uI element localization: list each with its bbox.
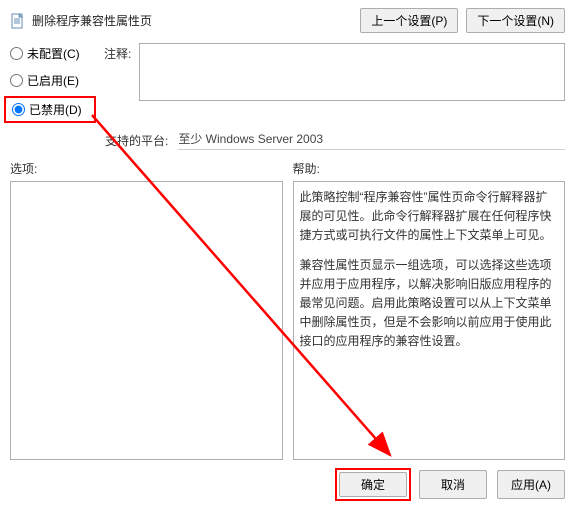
radio-not-configured-input[interactable]: [10, 47, 23, 60]
next-setting-button[interactable]: 下一个设置(N): [466, 8, 565, 33]
platform-value: 至少 Windows Server 2003: [178, 128, 565, 150]
options-label: 选项:: [10, 160, 283, 177]
comment-textarea[interactable]: [139, 43, 565, 101]
radio-disabled[interactable]: 已禁用(D): [4, 96, 96, 123]
help-pane: 此策略控制“程序兼容性”属性页命令行解释器扩展的可见性。此命令行解释器扩展在任何…: [293, 181, 566, 460]
radio-not-configured-label: 未配置(C): [27, 45, 80, 62]
radio-disabled-label: 已禁用(D): [29, 101, 82, 118]
page-title: 删除程序兼容性属性页: [32, 12, 152, 29]
platform-label: 支持的平台:: [105, 130, 168, 149]
ok-button[interactable]: 确定: [339, 472, 407, 497]
help-text-2: 兼容性属性页显示一组选项，可以选择这些选项并应用于应用程序，以解决影响旧版应用程…: [300, 256, 559, 352]
radio-enabled[interactable]: 已启用(E): [10, 72, 90, 89]
radio-disabled-input[interactable]: [12, 103, 25, 116]
document-icon: [10, 13, 26, 29]
comment-label: 注释:: [104, 43, 131, 101]
radio-not-configured[interactable]: 未配置(C): [10, 45, 90, 62]
prev-setting-button[interactable]: 上一个设置(P): [360, 8, 458, 33]
cancel-button[interactable]: 取消: [419, 470, 487, 499]
help-label: 帮助:: [293, 160, 566, 177]
radio-enabled-input[interactable]: [10, 74, 23, 87]
help-text-1: 此策略控制“程序兼容性”属性页命令行解释器扩展的可见性。此命令行解释器扩展在任何…: [300, 188, 559, 246]
radio-enabled-label: 已启用(E): [27, 72, 79, 89]
apply-button[interactable]: 应用(A): [497, 470, 565, 499]
options-pane: [10, 181, 283, 460]
